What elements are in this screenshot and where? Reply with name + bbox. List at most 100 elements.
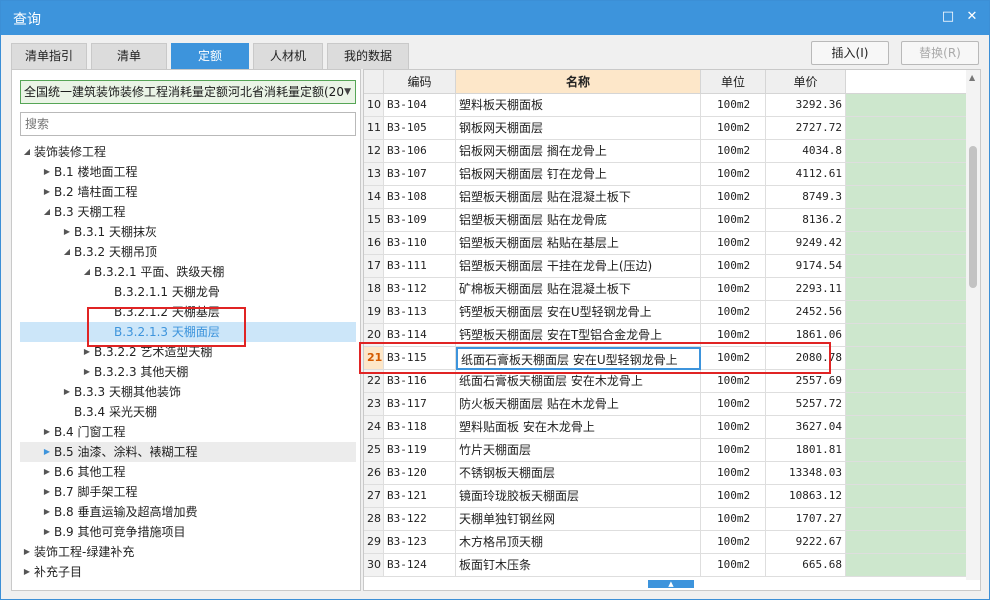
collapsed-icon[interactable]: ▶: [22, 542, 32, 562]
collapsed-icon[interactable]: ▶: [82, 342, 92, 362]
scroll-thumb[interactable]: [969, 146, 977, 288]
table-row[interactable]: 26 B3-120 不锈钢板天棚面层 100m2 13348.03: [364, 462, 966, 485]
code-column-header[interactable]: 编码: [384, 70, 456, 94]
collapsed-icon[interactable]: ▶: [42, 502, 52, 522]
name-cell: 铝塑板天棚面层 干挂在龙骨上(压边): [456, 255, 701, 278]
tree-item-selected[interactable]: B.3.2.1.3 天棚面层: [20, 322, 356, 342]
tree-item[interactable]: ▶ B.8 垂直运输及超高增加费: [20, 502, 356, 522]
table-row[interactable]: 23 B3-117 防火板天棚面层 贴在木龙骨上 100m2 5257.72: [364, 393, 966, 416]
collapsed-icon[interactable]: ▶: [42, 162, 52, 182]
close-icon[interactable]: ✕: [963, 8, 981, 26]
price-cell: 9222.67: [766, 531, 846, 554]
table-row[interactable]: 14 B3-108 铝塑板天棚面层 贴在混凝土板下 100m2 8749.3: [364, 186, 966, 209]
tree-item[interactable]: ▶ B.3.3 天棚其他装饰: [20, 382, 356, 402]
table-row-selected[interactable]: 21 B3-115 纸面石膏板天棚面层 安在U型轻钢龙骨上 100m2 2080.78: [364, 347, 966, 370]
unit-cell: 100m2: [701, 278, 766, 301]
replace-button[interactable]: 替换(R): [901, 41, 979, 65]
expanded-icon[interactable]: ◢: [22, 142, 32, 162]
tree-item[interactable]: ◢ B.3.2.1 平面、跌级天棚: [20, 262, 356, 282]
collapsed-icon[interactable]: ▶: [82, 362, 92, 382]
tree-item[interactable]: B.3.4 采光天棚: [20, 402, 356, 422]
collapsed-icon[interactable]: ▶: [42, 522, 52, 542]
tree-item[interactable]: B.3.2.1.1 天棚龙骨: [20, 282, 356, 302]
code-cell: B3-110: [384, 232, 456, 255]
table-row[interactable]: 27 B3-121 镜面玲珑胶板天棚面层 100m2 10863.12: [364, 485, 966, 508]
unit-cell: 100m2: [701, 462, 766, 485]
tree-item[interactable]: ◢ B.3 天棚工程: [20, 202, 356, 222]
expanded-icon[interactable]: ◢: [82, 262, 92, 282]
table-row[interactable]: 15 B3-109 铝塑板天棚面层 贴在龙骨底 100m2 8136.2: [364, 209, 966, 232]
name-column-header[interactable]: 名称: [456, 70, 701, 94]
code-cell: B3-111: [384, 255, 456, 278]
vertical-scrollbar[interactable]: ▲: [966, 70, 980, 580]
unit-cell: 100m2: [701, 347, 766, 370]
unit-cell: 100m2: [701, 209, 766, 232]
tree-item[interactable]: ▶ 装饰工程-绿建补充: [20, 542, 356, 562]
table-row[interactable]: 28 B3-122 天棚单独钉钢丝网 100m2 1707.27: [364, 508, 966, 531]
table-row[interactable]: 12 B3-106 铝板网天棚面层 搁在龙骨上 100m2 4034.8: [364, 140, 966, 163]
collapsed-icon[interactable]: ▶: [42, 182, 52, 202]
table-row[interactable]: 29 B3-123 木方格吊顶天棚 100m2 9222.67: [364, 531, 966, 554]
title-bar: 查询 □ ✕: [1, 1, 989, 35]
rownum-header: [364, 70, 384, 94]
tree-item[interactable]: ▶ B.4 门窗工程: [20, 422, 356, 442]
code-cell: B3-105: [384, 117, 456, 140]
table-row[interactable]: 30 B3-124 板面钉木压条 100m2 665.68: [364, 554, 966, 577]
table-row[interactable]: 22 B3-116 纸面石膏板天棚面层 安在木龙骨上 100m2 2557.69: [364, 370, 966, 393]
table-row[interactable]: 13 B3-107 铝板网天棚面层 钉在龙骨上 100m2 4112.61: [364, 163, 966, 186]
tree-item-hover[interactable]: ▶ B.5 油漆、涂料、裱糊工程: [20, 442, 356, 462]
collapsed-icon[interactable]: ▶: [62, 222, 72, 242]
tab-labor-material-machine[interactable]: 人材机: [253, 43, 323, 69]
tree-item[interactable]: ▶ B.1 楼地面工程: [20, 162, 356, 182]
unit-column-header[interactable]: 单位: [701, 70, 766, 94]
empty-cell: [846, 301, 966, 324]
collapsed-icon[interactable]: ▶: [42, 422, 52, 442]
empty-cell: [846, 347, 966, 370]
collapsed-icon[interactable]: ▶: [42, 482, 52, 502]
tree-item[interactable]: ▶ B.3.2.3 其他天棚: [20, 362, 356, 382]
search-input[interactable]: [20, 112, 356, 136]
tree-item[interactable]: ▶ B.2 墙柱面工程: [20, 182, 356, 202]
table-row[interactable]: 24 B3-118 塑料贴面板 安在木龙骨上 100m2 3627.04: [364, 416, 966, 439]
tree-item[interactable]: ◢ B.3.2 天棚吊顶: [20, 242, 356, 262]
expanded-icon[interactable]: ◢: [42, 202, 52, 222]
tab-bill[interactable]: 清单: [91, 43, 167, 69]
table-row[interactable]: 18 B3-112 矿棉板天棚面层 贴在混凝土板下 100m2 2293.11: [364, 278, 966, 301]
table-row[interactable]: 11 B3-105 钢板网天棚面层 100m2 2727.72: [364, 117, 966, 140]
tab-quota[interactable]: 定额: [171, 43, 249, 69]
scroll-up-icon[interactable]: ▲: [969, 73, 975, 82]
table-row[interactable]: 10 B3-104 塑料板天棚面板 100m2 3292.36: [364, 94, 966, 117]
collapsed-icon[interactable]: ▶: [42, 462, 52, 482]
panel-resize-handle[interactable]: ▲: [648, 580, 694, 588]
table-row[interactable]: 16 B3-110 铝塑板天棚面层 粘贴在基层上 100m2 9249.42: [364, 232, 966, 255]
table-row[interactable]: 25 B3-119 竹片天棚面层 100m2 1801.81: [364, 439, 966, 462]
expanded-icon[interactable]: ◢: [62, 242, 72, 262]
collapsed-icon[interactable]: ▶: [22, 562, 32, 582]
maximize-icon[interactable]: □: [939, 8, 957, 26]
table-row[interactable]: 17 B3-111 铝塑板天棚面层 干挂在龙骨上(压边) 100m2 9174.54: [364, 255, 966, 278]
empty-cell: [846, 140, 966, 163]
tree-item[interactable]: ▶ B.3.2.2 艺术造型天棚: [20, 342, 356, 362]
quota-library-select[interactable]: 全国统一建筑装饰装修工程消耗量定额河北省消耗量定额(20 ▼: [20, 80, 356, 104]
tab-bill-guide[interactable]: 清单指引: [11, 43, 87, 69]
name-cell: 竹片天棚面层: [456, 439, 701, 462]
code-cell: B3-108: [384, 186, 456, 209]
tree-item[interactable]: ▶ 补充子目: [20, 562, 356, 582]
tree-item[interactable]: ◢ 装饰装修工程: [20, 142, 356, 162]
tree-item[interactable]: B.3.2.1.2 天棚基层: [20, 302, 356, 322]
insert-button[interactable]: 插入(I): [811, 41, 889, 65]
empty-cell: [846, 393, 966, 416]
tab-my-data[interactable]: 我的数据: [327, 43, 409, 69]
tree-item[interactable]: ▶ B.9 其他可竞争措施项目: [20, 522, 356, 542]
tree-item[interactable]: ▶ B.7 脚手架工程: [20, 482, 356, 502]
tree-item[interactable]: ▶ B.6 其他工程: [20, 462, 356, 482]
collapsed-icon[interactable]: ▶: [42, 442, 52, 462]
name-cell: 钙塑板天棚面层 安在T型铝合金龙骨上: [456, 324, 701, 347]
table-row[interactable]: 19 B3-113 钙塑板天棚面层 安在U型轻钢龙骨上 100m2 2452.56: [364, 301, 966, 324]
price-column-header[interactable]: 单价: [766, 70, 846, 94]
price-cell: 2452.56: [766, 301, 846, 324]
tree-item[interactable]: ▶ B.3.1 天棚抹灰: [20, 222, 356, 242]
name-cell: 铝板网天棚面层 钉在龙骨上: [456, 163, 701, 186]
collapsed-icon[interactable]: ▶: [62, 382, 72, 402]
table-row[interactable]: 20 B3-114 钙塑板天棚面层 安在T型铝合金龙骨上 100m2 1861.06: [364, 324, 966, 347]
